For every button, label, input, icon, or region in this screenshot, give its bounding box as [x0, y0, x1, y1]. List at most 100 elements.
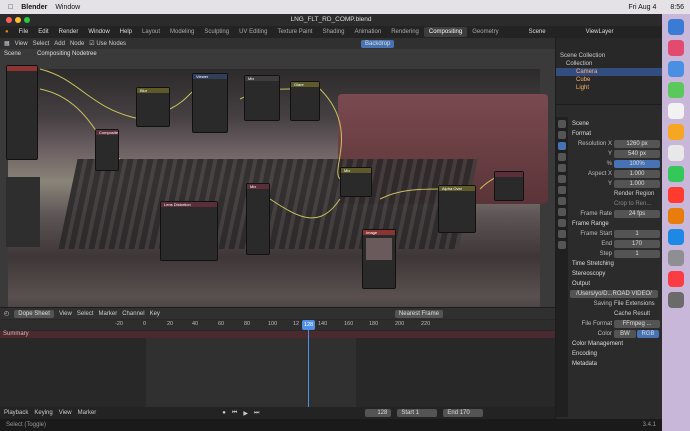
format-panel[interactable]: Format: [570, 129, 662, 139]
menu-window[interactable]: Window: [83, 29, 114, 35]
playback-menu[interactable]: Playback: [4, 410, 28, 416]
properties-editor[interactable]: Scene Format Resolution X 1260 px Y 540 px…: [556, 105, 662, 419]
outliner-collection[interactable]: Collection: [556, 60, 662, 68]
file-extensions-checkbox[interactable]: File Extensions: [614, 299, 655, 309]
summary-channel[interactable]: Summary: [0, 331, 555, 338]
dope-sheet[interactable]: ◴ Dope Sheet View Select Marker Channel …: [0, 308, 555, 407]
node-mix-3[interactable]: Mix: [340, 167, 372, 197]
music-icon[interactable]: [668, 187, 684, 203]
scene-collection[interactable]: Scene Collection: [556, 52, 662, 60]
app-icon[interactable]: [668, 271, 684, 287]
frame-step-field[interactable]: 1: [614, 250, 660, 258]
outliner[interactable]: Scene Collection Collection Camera Cube …: [556, 38, 662, 104]
scene-selector[interactable]: Scene: [524, 29, 551, 35]
menu-channel[interactable]: Channel: [122, 311, 144, 317]
safari-icon[interactable]: [668, 61, 684, 77]
launchpad-icon[interactable]: [668, 40, 684, 56]
node-glare[interactable]: Glare: [290, 81, 320, 121]
render-layers-node[interactable]: [6, 65, 38, 160]
mode-dropdown[interactable]: Dope Sheet: [14, 309, 54, 318]
menu-render[interactable]: Render: [54, 29, 84, 35]
tab-geometry[interactable]: Geometry: [467, 27, 503, 37]
end-frame-field[interactable]: End 170: [443, 409, 484, 417]
color-rgb-button[interactable]: RGB: [637, 330, 659, 338]
tab-uv-editing[interactable]: UV Editing: [234, 27, 272, 37]
app-store-icon[interactable]: [668, 229, 684, 245]
tab-rendering[interactable]: Rendering: [386, 27, 424, 37]
app-name[interactable]: Blender: [21, 4, 47, 11]
resolution-x-field[interactable]: 1260 px: [614, 140, 660, 148]
use-nodes-checkbox[interactable]: ☑ Use Nodes: [89, 40, 126, 47]
minimize-button[interactable]: [15, 17, 21, 23]
color-management-panel[interactable]: Color Management: [570, 339, 662, 349]
marker-menu[interactable]: Marker: [78, 410, 97, 416]
node-editor[interactable]: Scene Compositing Nodetree Blur Viewer M…: [0, 49, 555, 307]
menu-help[interactable]: Help: [115, 29, 137, 35]
composite-output-node[interactable]: [494, 171, 524, 201]
aspect-x-field[interactable]: 1.000: [614, 170, 660, 178]
tab-texture-paint[interactable]: Texture Paint: [272, 27, 317, 37]
notes-icon[interactable]: [668, 124, 684, 140]
menu-select[interactable]: Select: [33, 41, 50, 47]
view-menu[interactable]: View: [59, 410, 72, 416]
output-panel[interactable]: Output: [570, 279, 662, 289]
menu-key[interactable]: Key: [150, 311, 160, 317]
editor-type-icon[interactable]: ▦: [4, 40, 10, 47]
resolution-percent-field[interactable]: 100%: [614, 160, 660, 168]
node-composite[interactable]: Composite: [95, 129, 119, 171]
crop-checkbox[interactable]: Crop to Ren...: [570, 199, 662, 209]
file-format-dropdown[interactable]: FFmpeg ...: [614, 320, 660, 328]
tab-modeling[interactable]: Modeling: [165, 27, 199, 37]
metadata-panel[interactable]: Metadata: [570, 359, 662, 369]
frame-rate-dropdown[interactable]: 24 fps: [614, 210, 660, 218]
jump-end-icon[interactable]: ⏭: [254, 410, 259, 417]
frame-end-field[interactable]: 170: [614, 240, 660, 248]
outliner-camera[interactable]: Camera: [556, 68, 662, 76]
menu-file[interactable]: File: [14, 29, 34, 35]
menu-add[interactable]: Add: [54, 41, 65, 47]
tab-sculpting[interactable]: Sculpting: [199, 27, 234, 37]
viewlayer-selector[interactable]: ViewLayer: [581, 29, 619, 35]
apple-icon[interactable]: : [8, 4, 13, 11]
menu-window[interactable]: Window: [55, 4, 80, 11]
zoom-button[interactable]: [24, 17, 30, 23]
tab-layout[interactable]: Layout: [137, 27, 165, 37]
time-stretching-panel[interactable]: Time Stretching: [570, 259, 662, 269]
blender-logo-icon[interactable]: ●: [0, 29, 14, 35]
playhead-frame[interactable]: 128: [302, 320, 315, 330]
node-lens-distortion[interactable]: Lens Distortion: [160, 201, 218, 261]
messages-icon[interactable]: [668, 82, 684, 98]
render-region-checkbox[interactable]: Render Region: [570, 189, 662, 199]
playhead-line[interactable]: [308, 320, 309, 407]
menu-view[interactable]: View: [15, 41, 28, 47]
node-mix[interactable]: Mix: [244, 75, 280, 121]
settings-icon[interactable]: [668, 250, 684, 266]
finder-icon[interactable]: [668, 19, 684, 35]
properties-tabs[interactable]: [556, 117, 568, 417]
tab-shading[interactable]: Shading: [317, 27, 349, 37]
record-icon[interactable]: ●: [222, 410, 226, 416]
output-path-field[interactable]: /Users/yo/D...ROAD VIDEO/: [570, 290, 658, 298]
blender-icon[interactable]: [668, 208, 684, 224]
aspect-y-field[interactable]: 1.000: [614, 180, 660, 188]
keying-menu[interactable]: Keying: [34, 410, 52, 416]
resolution-y-field[interactable]: 540 px: [614, 150, 660, 158]
menu-view[interactable]: View: [59, 311, 72, 317]
outliner-light[interactable]: Light: [556, 84, 662, 92]
menu-select[interactable]: Select: [77, 311, 94, 317]
menu-marker[interactable]: Marker: [99, 311, 118, 317]
tab-animation[interactable]: Animation: [350, 27, 387, 37]
encoding-panel[interactable]: Encoding: [570, 349, 662, 359]
menu-edit[interactable]: Edit: [33, 29, 53, 35]
photos-icon[interactable]: [668, 145, 684, 161]
menu-node[interactable]: Node: [70, 41, 84, 47]
node-alpha-over[interactable]: Alpha Over: [438, 185, 476, 233]
node-mix-2[interactable]: Mix: [246, 183, 270, 255]
jump-start-icon[interactable]: ⏮: [232, 410, 237, 417]
facetime-icon[interactable]: [668, 166, 684, 182]
node-blur[interactable]: Blur: [136, 87, 170, 127]
start-frame-field[interactable]: Start 1: [397, 409, 438, 417]
play-icon[interactable]: ▶: [243, 410, 248, 417]
current-frame-field[interactable]: 128: [365, 409, 392, 417]
frame-ruler[interactable]: -20 0 20 40 60 80 100 12 140 160 180 200…: [0, 320, 555, 330]
